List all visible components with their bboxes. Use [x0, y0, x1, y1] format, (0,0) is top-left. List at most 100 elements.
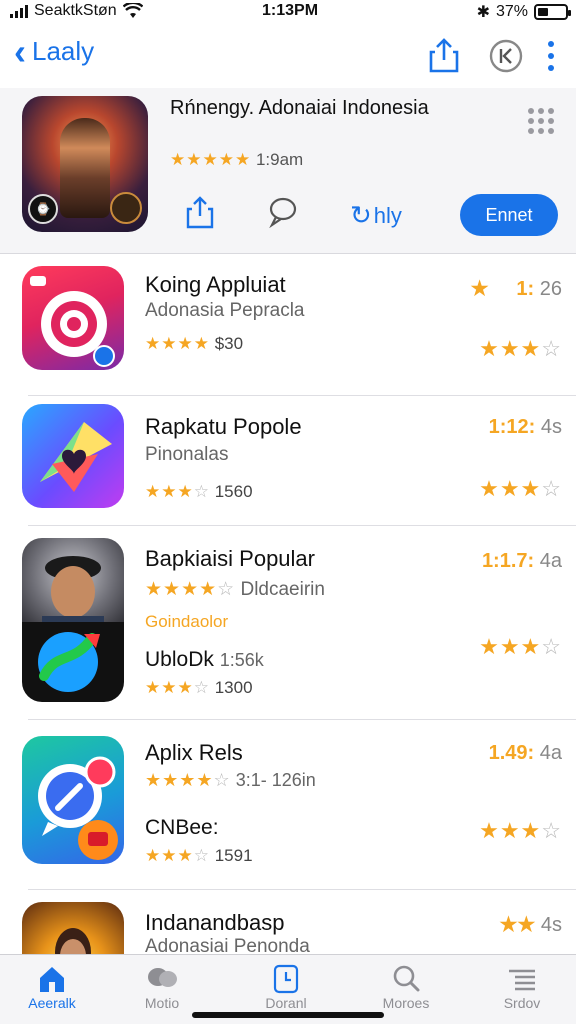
- app-secondary-title: CNBee:: [145, 816, 219, 839]
- app-rating: ★★★★ $30: [145, 334, 243, 354]
- status-bar: SeaktkStøn 1:13PM ✱ 37%: [0, 0, 576, 24]
- portrait-sunburst-icon: [55, 928, 91, 954]
- rating-count: $30: [214, 334, 244, 353]
- chat-compass-logo-icon: [38, 756, 118, 860]
- prism-logo-icon: [40, 422, 112, 492]
- list-item[interactable]: Aplix Rels ★★★★☆ 3:1- 126in CNBee: ★★★☆ …: [0, 720, 576, 890]
- stars-filled: ★★★: [145, 846, 194, 865]
- time-highlight: ★★: [499, 914, 536, 936]
- stars-filled: ★★★★: [145, 579, 218, 600]
- app-icon: [22, 902, 124, 954]
- chat-icon: [148, 968, 177, 987]
- app-rating: ★★★★☆ Dldcaeirin: [145, 578, 325, 601]
- tab-label: Moroes: [382, 995, 430, 1011]
- back-button[interactable]: ‹ Laaly: [14, 30, 94, 72]
- app-secondary-rating: ★★★☆ 1300: [145, 678, 253, 698]
- right-rating-stars: ★★★☆: [479, 634, 562, 660]
- character-figure: [60, 118, 110, 218]
- app-subtitle: Dldcaeirin: [240, 579, 325, 600]
- clock-icon: [273, 964, 299, 994]
- stars-filled: ★★★: [479, 336, 542, 361]
- refresh-icon[interactable]: [488, 38, 524, 74]
- stars-empty: ☆: [541, 336, 562, 361]
- time-rest: 26: [539, 278, 562, 300]
- list-item[interactable]: Bapkiaisi Popular ★★★★☆ Dldcaeirin Goind…: [0, 526, 576, 720]
- time-highlight: 1.49:: [488, 742, 535, 764]
- app-time: 1.49: 4a: [489, 742, 562, 765]
- signal-icon: [10, 4, 28, 18]
- rating-count: 1591: [214, 846, 253, 865]
- stars-filled: ★★★: [145, 678, 194, 697]
- app-time: 1:12: 4s: [489, 416, 562, 439]
- app-title: Rapkatu Popole: [145, 414, 302, 439]
- right-rating-stars: ★★★☆: [479, 818, 562, 844]
- stars-filled: ★★★★: [145, 770, 214, 790]
- tab-moroes[interactable]: Moroes: [356, 963, 456, 1011]
- list-item[interactable]: Indanandbasp Adonasiai Penonda ★★ 4s: [0, 890, 576, 954]
- stars-empty: ☆: [193, 846, 210, 865]
- app-subtitle: Adonasiai Penonda: [145, 936, 310, 954]
- battery-icon: [534, 4, 571, 20]
- tab-home[interactable]: Aeeralk: [2, 963, 102, 1011]
- secondary-title-meta: 1:56k: [219, 650, 264, 670]
- rating-stars: ★★★☆: [145, 678, 210, 697]
- app-secondary-title: UbloDk 1:56k: [145, 648, 264, 672]
- featured-app-card[interactable]: ⌚ Rńnengy. Adonaiai Indonesia ★★★★★ 1:9a…: [0, 88, 576, 254]
- stars-empty: ☆: [541, 818, 562, 843]
- app-rating: ★★★☆ 1560: [145, 482, 253, 502]
- app-icon: [22, 404, 124, 508]
- time-highlight: 1:1.7:: [481, 550, 535, 572]
- carrier-label: SeaktkStøn: [34, 2, 117, 19]
- search-icon: [393, 965, 420, 992]
- comment-icon[interactable]: [268, 196, 298, 228]
- app-rating: ★★★★☆ 3:1- 126in: [145, 770, 316, 791]
- battery-percent: 37%: [495, 3, 528, 20]
- share-icon[interactable]: [186, 196, 214, 230]
- clock-badge-icon: ⌚: [28, 194, 58, 224]
- arrow-logo-icon: [38, 632, 100, 692]
- target-logo-icon: [30, 276, 115, 367]
- secondary-title-text: UbloDk: [145, 648, 214, 671]
- home-icon: [40, 967, 64, 992]
- like-button[interactable]: ↻ hly: [350, 200, 402, 231]
- tab-label: Motio: [144, 995, 180, 1011]
- app-time: ★★ 4s: [499, 912, 562, 937]
- chevron-left-icon: ‹: [14, 30, 26, 72]
- rating-stars: ★★★★☆: [145, 770, 231, 790]
- like-label: hly: [373, 202, 402, 228]
- app-title: Koing Appluiat: [145, 272, 286, 297]
- more-vertical-icon[interactable]: [544, 38, 558, 74]
- tab-doranl[interactable]: Doranl: [236, 963, 336, 1011]
- right-rating-stars: ★★★☆: [479, 476, 562, 502]
- rating-stars: ★★★☆: [145, 846, 210, 865]
- tab-srdov[interactable]: Srdov: [472, 963, 572, 1011]
- rating-stars: ★★★★★: [170, 150, 252, 169]
- person-portrait: [42, 556, 104, 628]
- home-indicator[interactable]: [192, 1012, 384, 1018]
- nav-bar: ‹ Laaly: [0, 28, 576, 84]
- right-rating-stars: ★★★☆: [479, 336, 562, 362]
- stars-filled: ★★★: [479, 476, 542, 501]
- tab-label: Doranl: [265, 995, 307, 1011]
- time-highlight: 1:: [516, 278, 535, 300]
- time-rest: 4a: [539, 550, 562, 572]
- app-icon-secondary: [22, 622, 124, 702]
- clock: 1:13PM: [262, 2, 319, 19]
- stars-empty: ☆: [217, 579, 236, 600]
- list-item[interactable]: Rapkatu Popole Pinonalas ★★★☆ 1560 1:12:…: [0, 396, 576, 526]
- app-tag: Goindaolor: [145, 612, 229, 631]
- share-icon[interactable]: [428, 38, 460, 74]
- app-title: Indanandbasp: [145, 910, 285, 935]
- stars-empty: ☆: [193, 482, 210, 501]
- stars-empty: ☆: [541, 476, 562, 501]
- rating-count: 1300: [214, 678, 253, 697]
- open-button[interactable]: Ennet: [460, 194, 558, 236]
- list-item[interactable]: Koing Appluiat Adonasia Pepracla ★★★★ $3…: [0, 258, 576, 396]
- grid-menu-icon[interactable]: [528, 108, 554, 134]
- app-subtitle: Pinonalas: [145, 444, 229, 465]
- stars-filled: ★★★: [479, 634, 542, 659]
- app-time: 1:1.7: 4a: [482, 550, 562, 573]
- tab-motio[interactable]: Motio: [112, 963, 212, 1011]
- featured-app-artwork: ⌚: [22, 96, 148, 232]
- bluetooth-icon: ✱: [476, 4, 490, 21]
